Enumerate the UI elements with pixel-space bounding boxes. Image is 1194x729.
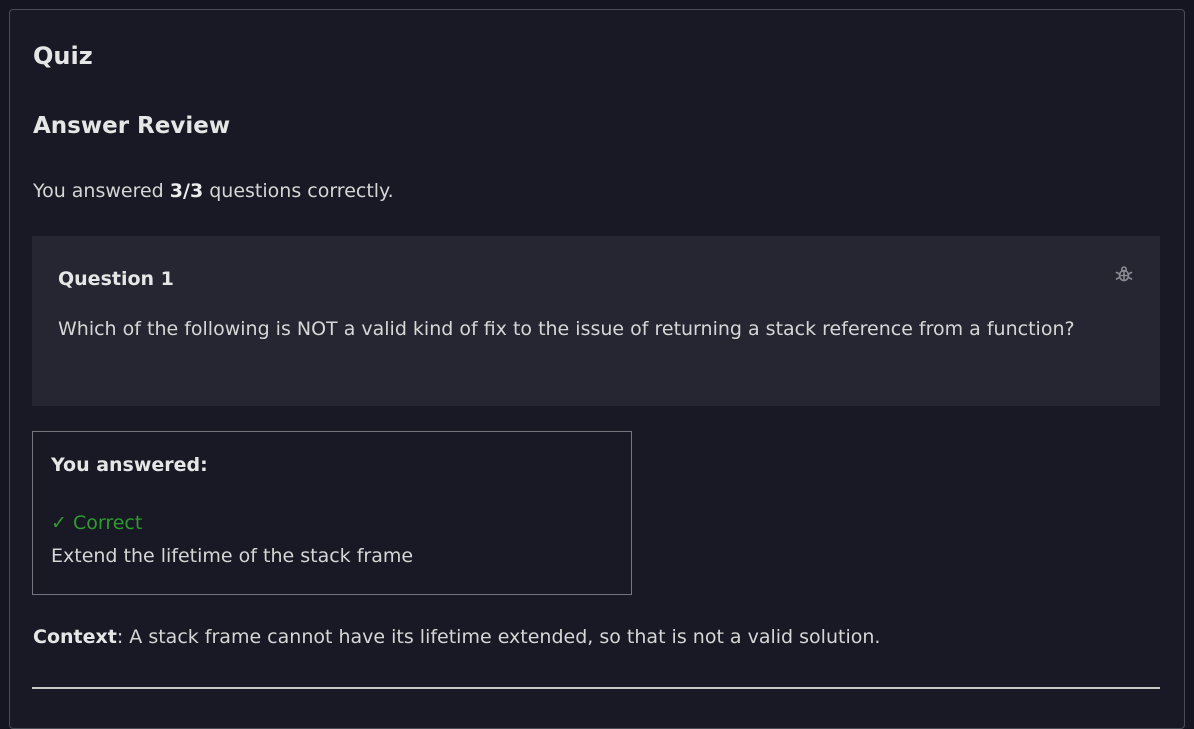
context-text: : A stack frame cannot have its lifetime… — [116, 626, 881, 648]
answer-heading: You answered: — [51, 454, 208, 476]
correct-status: ✓ Correct — [51, 512, 143, 534]
score-suffix: questions correctly. — [203, 180, 394, 202]
quiz-panel: Quiz Answer Review You answered 3/3 ques… — [9, 9, 1185, 729]
score-value: 3/3 — [169, 180, 204, 202]
section-divider — [32, 687, 1160, 689]
answer-text: Extend the lifetime of the stack frame — [51, 545, 414, 567]
score-prefix: You answered — [33, 180, 170, 202]
question-text: Which of the following is NOT a valid ki… — [58, 318, 1075, 340]
question-number: Question 1 — [58, 268, 174, 290]
context-explanation: Context: A stack frame cannot have its l… — [33, 626, 880, 648]
context-label: Context — [33, 626, 117, 648]
bug-icon[interactable] — [1114, 264, 1134, 284]
answer-box: You answered: ✓ Correct Extend the lifet… — [32, 431, 632, 595]
quiz-title: Quiz — [33, 42, 93, 70]
question-card: Question 1 Which of the following is NOT… — [32, 236, 1160, 406]
answer-review-heading: Answer Review — [33, 113, 231, 139]
score-summary: You answered 3/3 questions correctly. — [33, 180, 394, 202]
